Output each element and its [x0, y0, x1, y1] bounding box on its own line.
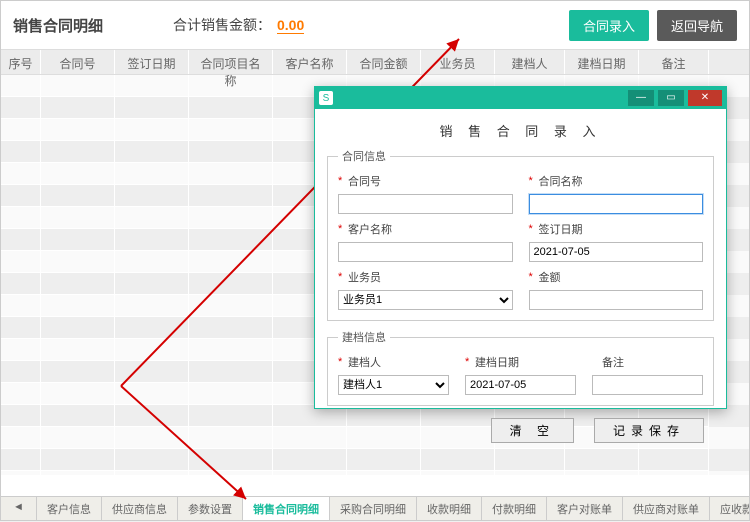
archive-date-field[interactable]	[465, 375, 576, 395]
lbl-sign-date: 签订日期	[539, 221, 583, 237]
lbl-salesman: 业务员	[348, 269, 381, 285]
th-contract-no: 合同号	[41, 50, 115, 74]
th-amount: 合同金额	[347, 50, 421, 74]
lbl-customer: 客户名称	[348, 221, 392, 237]
sheet-tab[interactable]: 采购合同明细	[330, 497, 417, 520]
page-title: 销售合同明细	[13, 15, 163, 36]
total-amount-value: 0.00	[277, 17, 304, 34]
salesman-select[interactable]: 业务员1	[338, 290, 513, 310]
sheet-tab[interactable]: 应收款汇总	[710, 497, 749, 520]
dialog-titlebar: S ― ▭ ✕	[315, 87, 726, 109]
save-record-button[interactable]: 记录保存	[594, 418, 704, 443]
sheet-tab[interactable]: 供应商对账单	[623, 497, 710, 520]
sheet-tab[interactable]: 付款明细	[482, 497, 547, 520]
archiver-select[interactable]: 建档人1	[338, 375, 449, 395]
sheet-tabs: ◄ 客户信息供应商信息参数设置销售合同明细采购合同明细收款明细付款明细客户对账单…	[1, 496, 749, 520]
customer-field[interactable]	[338, 242, 513, 262]
table-header-row: 序号 合同号 签订日期 合同项目名称 客户名称 合同金额 业务员 建档人 建档日…	[1, 49, 749, 75]
clear-button[interactable]: 清 空	[491, 418, 574, 443]
contract-info-legend: 合同信息	[338, 148, 390, 164]
minimize-icon[interactable]: ―	[628, 90, 654, 106]
th-item-name: 合同项目名称	[189, 50, 273, 74]
sheet-tab[interactable]: 客户对账单	[547, 497, 623, 520]
th-customer: 客户名称	[273, 50, 347, 74]
lbl-archive-date: 建档日期	[475, 354, 519, 370]
table-row	[1, 471, 749, 475]
archive-info-legend: 建档信息	[338, 329, 390, 345]
contract-info-group: 合同信息 *合同号 *合同名称 *客户名称 *签订日期 *业务员 *金额 业务员…	[327, 148, 714, 321]
lbl-contract-name: 合同名称	[539, 173, 583, 189]
th-archiver: 建档人	[495, 50, 565, 74]
contract-name-field[interactable]	[529, 194, 704, 214]
th-sign-date: 签订日期	[115, 50, 189, 74]
topbar: 销售合同明细 合计销售金额： 0.00 合同录入 返回导航	[1, 1, 749, 49]
sheet-tab[interactable]: 参数设置	[178, 497, 243, 520]
archive-info-group: 建档信息 *建档人 *建档日期 *备注 建档人1	[327, 329, 714, 406]
th-salesman: 业务员	[421, 50, 495, 74]
lbl-archiver: 建档人	[348, 354, 381, 370]
dialog-app-icon: S	[319, 91, 333, 105]
contract-entry-button[interactable]: 合同录入	[569, 10, 649, 41]
th-archive-date: 建档日期	[565, 50, 639, 74]
lbl-remark: 备注	[602, 354, 624, 370]
close-icon[interactable]: ✕	[688, 90, 722, 106]
sheet-tab[interactable]: 收款明细	[417, 497, 482, 520]
th-seq: 序号	[1, 50, 41, 74]
sheet-tab[interactable]: 销售合同明细	[243, 497, 330, 520]
amount-field[interactable]	[529, 290, 704, 310]
lbl-contract-no: 合同号	[348, 173, 381, 189]
maximize-icon[interactable]: ▭	[658, 90, 684, 106]
dialog-header: 销 售 合 同 录 入	[327, 117, 714, 148]
total-amount-label: 合计销售金额：	[173, 15, 271, 35]
contract-entry-dialog: S ― ▭ ✕ 销 售 合 同 录 入 合同信息 *合同号 *合同名称 *客户名…	[314, 86, 727, 409]
tabs-nav-left[interactable]: ◄	[1, 497, 37, 520]
contract-no-field[interactable]	[338, 194, 513, 214]
th-remark: 备注	[639, 50, 709, 74]
sheet-tab[interactable]: 客户信息	[37, 497, 102, 520]
return-nav-button[interactable]: 返回导航	[657, 10, 737, 41]
lbl-amount: 金额	[539, 269, 561, 285]
remark-field[interactable]	[592, 375, 703, 395]
sheet-tab[interactable]: 供应商信息	[102, 497, 178, 520]
sign-date-field[interactable]	[529, 242, 704, 262]
